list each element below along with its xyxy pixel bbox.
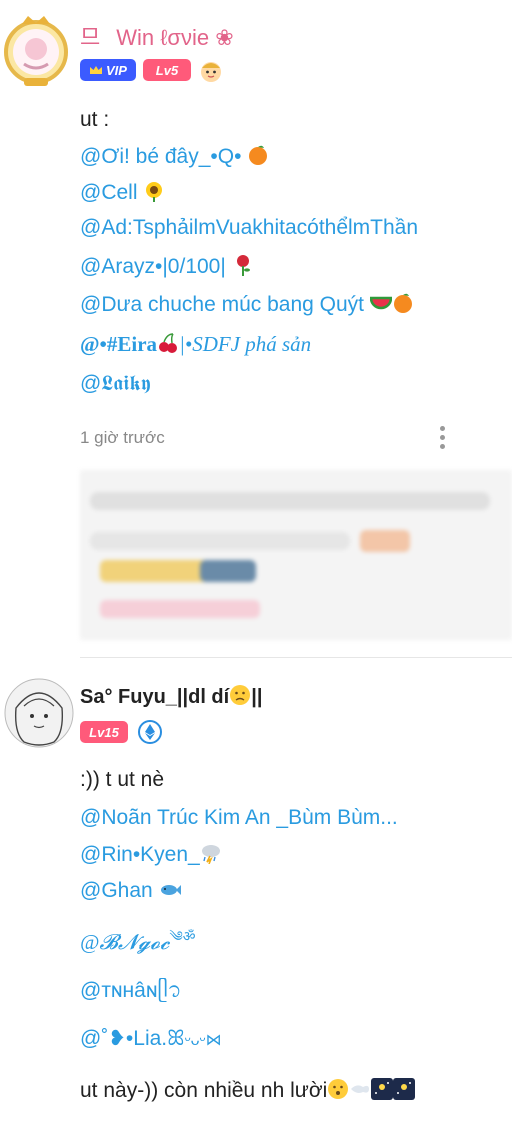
watermelon-icon [369,296,392,310]
mention-link[interactable]: @Rin•Kyen_ [80,843,200,866]
mention-link[interactable]: @Ghan [80,879,153,902]
fish-icon [160,885,181,895]
mention-line[interactable]: @Arayz•|0/100| [80,254,254,279]
disappointed-face-icon [230,685,251,705]
mention-suffix[interactable]: ᵕᴗᵕ⋈ [185,1032,222,1049]
level-badge: Lv15 [80,721,128,743]
mention-link[interactable]: @ᴛɴʜâɴ [80,979,157,1002]
mention-line[interactable]: @˚❥•Lia.ꕤᵕᴗᵕ⋈ [80,1026,222,1051]
mention-link[interactable]: @˚❥•Lia.ꕤ [80,1027,185,1050]
mention-link[interactable]: @Dưa chuche múc bang Quýt [80,293,364,316]
comment-text-content: ut này-)) còn nhiều nh lười [80,1079,328,1102]
cherries-icon [159,333,178,353]
orange-icon [393,293,412,313]
vip-label: VIP [106,62,127,78]
mention-link[interactable]: @Cell [80,181,138,204]
mention-line[interactable]: @Cell [80,180,165,205]
rose-icon [236,255,250,276]
cute-face-badge-icon [201,62,221,82]
more-options-icon[interactable] [438,426,446,452]
mention-link[interactable]: @Ad:TsphảilmVuakhitacóthểlmThần [80,216,418,239]
author-name[interactable]: 므 Win ℓσνie ❀ [80,20,234,52]
divider [80,657,512,658]
mention-line[interactable]: @•#Eira |•SDFJ phá sản [80,332,311,357]
surprised-face-icon [328,1079,349,1099]
author-name-text: Win ℓσνie [116,25,210,50]
ethereum-icon [138,720,162,744]
night-sky-icon [371,1078,394,1100]
mention-link[interactable]: @•#Eira [80,332,157,356]
author-prefix: 므 [80,25,101,50]
mention-suffix[interactable]: ᥫ᭡ [157,979,181,1002]
mention-line[interactable]: @𝓑𝓝𝓰𝓸𝓬༄ॐ [80,920,196,960]
author-suffix: ❀ [215,25,234,50]
author-name[interactable]: Sa° Fuyu_||dl dí || [80,684,262,709]
dash-icon [351,1085,370,1093]
level-label: Lv15 [89,724,119,740]
author-name-text: Sa° Fuyu_||dl dí [80,686,230,708]
comment-text: ut : [80,108,110,131]
avatar-sketch[interactable] [4,678,74,748]
mention-line[interactable]: @Noãn Trúc Kim An _Bùm Bùm... [80,806,398,830]
mention-line[interactable]: @Ghan [80,878,181,903]
mention-suffix[interactable]: ༄ॐ [169,928,195,944]
level-badge: Lv5 [143,59,191,81]
avatar-gold-frame[interactable] [2,12,70,88]
level-label: Lv5 [155,62,179,78]
crown-icon [90,66,103,74]
mention-line[interactable]: @Ơi! bé đây_•Q• [80,144,269,169]
mention-link[interactable]: @𝕷𝖆𝖎𝖐𝖞 [80,372,151,395]
sunflower-icon [146,182,163,202]
mention-suffix[interactable]: |•SDFJ phá sản [179,332,311,356]
night-sky-icon [393,1078,416,1100]
cloud-rain-icon [201,845,220,864]
mention-link[interactable]: @Noãn Trúc Kim An _Bùm Bùm... [80,806,398,829]
orange-icon [249,145,268,165]
vip-badge: VIP [80,59,136,81]
mention-link[interactable]: @Ơi! bé đây_•Q• [80,145,241,168]
mention-line[interactable]: @𝕷𝖆𝖎𝖐𝖞 [80,372,151,396]
mention-line[interactable]: @Ad:TsphảilmVuakhitacóthểlmThần [80,216,418,240]
author-suffix: || [251,686,263,708]
comment-text: ut này-)) còn nhiều nh lười [80,1078,416,1103]
mention-link[interactable]: @𝓑𝓝𝓰𝓸𝓬 [80,930,169,954]
comment-text: :)) t ut nè [80,768,165,791]
timestamp: 1 giờ trước [80,428,165,447]
mention-line[interactable]: @Rin•Kyen_ [80,842,222,867]
blurred-embedded-post [80,470,512,640]
mention-line[interactable]: @Dưa chuche múc bang Quýt [80,292,414,317]
mention-line[interactable]: @ᴛɴʜâɴᥫ᭡ [80,976,182,1013]
mention-link[interactable]: @Arayz•|0/100| [80,255,226,278]
